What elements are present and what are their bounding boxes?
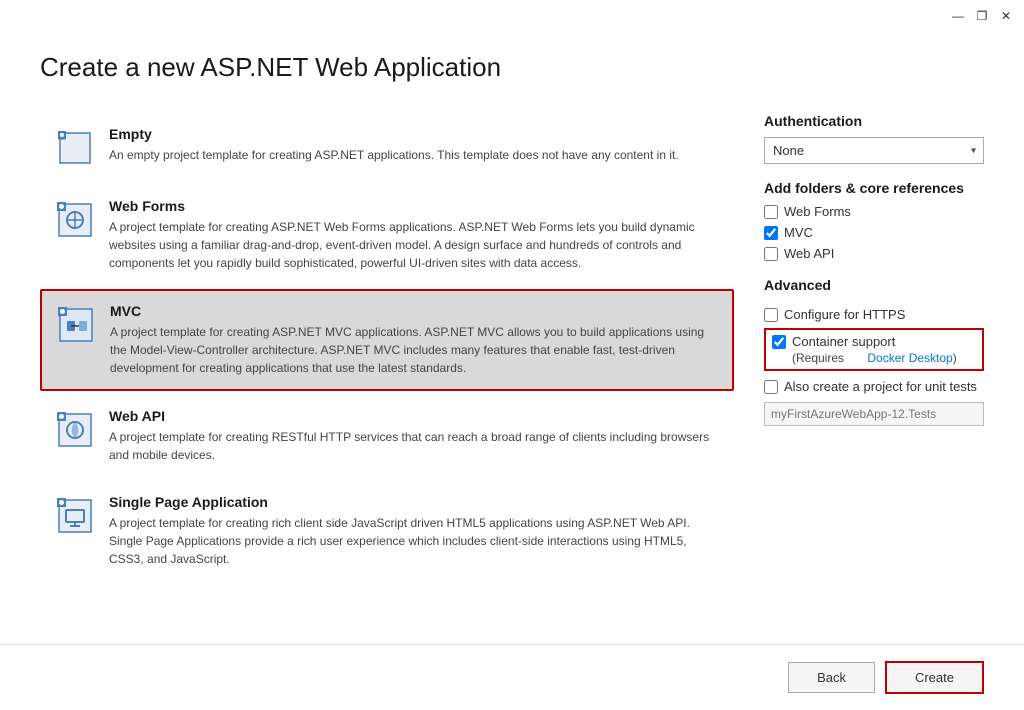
folders-section: Add folders & core references Web Forms …	[764, 180, 984, 261]
docker-desktop-link[interactable]: Docker Desktop	[867, 351, 952, 365]
minimize-button[interactable]: —	[948, 6, 968, 26]
configure-https-input[interactable]	[764, 308, 778, 322]
unit-tests-checkbox[interactable]: Also create a project for unit tests	[764, 379, 984, 394]
folders-checkbox-group: Web Forms MVC Web API	[764, 204, 984, 261]
authentication-dropdown-container: None Individual User Accounts Work or Sc…	[764, 137, 984, 164]
main-window: — ❐ ✕ Create a new ASP.NET Web Applicati…	[0, 0, 1024, 710]
template-item-webapi[interactable]: Web API A project template for creating …	[40, 395, 734, 477]
template-name-empty: Empty	[109, 126, 719, 142]
template-info-spa: Single Page Application A project templa…	[109, 494, 719, 568]
authentication-dropdown[interactable]: None Individual User Accounts Work or Sc…	[764, 137, 984, 164]
template-name-webapi: Web API	[109, 408, 719, 424]
authentication-label: Authentication	[764, 113, 984, 129]
footer: Back Create	[0, 644, 1024, 710]
unit-tests-label: Also create a project for unit tests	[784, 379, 977, 394]
template-list: Empty An empty project template for crea…	[40, 113, 734, 624]
template-desc-webapi: A project template for creating RESTful …	[109, 428, 719, 464]
container-support-box: Container support (Requires Docker Deskt…	[764, 328, 984, 371]
template-info-mvc: MVC A project template for creating ASP.…	[110, 303, 718, 377]
container-support-label: Container support	[792, 334, 895, 349]
template-info-webforms: Web Forms A project template for creatin…	[109, 198, 719, 272]
template-desc-empty: An empty project template for creating A…	[109, 146, 719, 164]
checkbox-mvc-input[interactable]	[764, 226, 778, 240]
create-button[interactable]: Create	[885, 661, 984, 694]
folders-label: Add folders & core references	[764, 180, 984, 196]
checkbox-mvc[interactable]: MVC	[764, 225, 984, 240]
template-icon-spa	[55, 496, 95, 536]
docker-desktop-line: (Requires Docker Desktop)	[792, 351, 976, 365]
checkbox-webforms[interactable]: Web Forms	[764, 204, 984, 219]
unit-tests-project-name-input[interactable]	[764, 402, 984, 426]
back-button[interactable]: Back	[788, 662, 875, 693]
template-name-spa: Single Page Application	[109, 494, 719, 510]
template-info-webapi: Web API A project template for creating …	[109, 408, 719, 464]
main-content: Empty An empty project template for crea…	[0, 93, 1024, 644]
advanced-label: Advanced	[764, 277, 984, 293]
configure-https-label: Configure for HTTPS	[784, 307, 905, 322]
advanced-section: Advanced Configure for HTTPS Container s…	[764, 277, 984, 426]
template-icon-webapi	[55, 410, 95, 450]
container-support-checkbox[interactable]: Container support	[772, 334, 976, 349]
template-icon-webforms	[55, 200, 95, 240]
template-desc-mvc: A project template for creating ASP.NET …	[110, 323, 718, 377]
page-title: Create a new ASP.NET Web Application	[0, 32, 1024, 93]
checkbox-webforms-label: Web Forms	[784, 204, 851, 219]
template-icon-mvc	[56, 305, 96, 345]
unit-tests-input[interactable]	[764, 380, 778, 394]
template-name-mvc: MVC	[110, 303, 718, 319]
checkbox-webapi[interactable]: Web API	[764, 246, 984, 261]
restore-button[interactable]: ❐	[972, 6, 992, 26]
template-name-webforms: Web Forms	[109, 198, 719, 214]
authentication-section: Authentication None Individual User Acco…	[764, 113, 984, 164]
template-info-empty: Empty An empty project template for crea…	[109, 126, 719, 164]
checkbox-mvc-label: MVC	[784, 225, 813, 240]
configure-https-checkbox[interactable]: Configure for HTTPS	[764, 307, 984, 322]
template-item-webforms[interactable]: Web Forms A project template for creatin…	[40, 185, 734, 285]
template-item-empty[interactable]: Empty An empty project template for crea…	[40, 113, 734, 181]
template-item-mvc[interactable]: MVC A project template for creating ASP.…	[40, 289, 734, 391]
checkbox-webapi-input[interactable]	[764, 247, 778, 261]
title-bar: — ❐ ✕	[0, 0, 1024, 32]
template-item-spa[interactable]: Single Page Application A project templa…	[40, 481, 734, 581]
checkbox-webforms-input[interactable]	[764, 205, 778, 219]
close-button[interactable]: ✕	[996, 6, 1016, 26]
container-support-input[interactable]	[772, 335, 786, 349]
right-panel: Authentication None Individual User Acco…	[764, 113, 984, 624]
template-desc-webforms: A project template for creating ASP.NET …	[109, 218, 719, 272]
checkbox-webapi-label: Web API	[784, 246, 834, 261]
template-desc-spa: A project template for creating rich cli…	[109, 514, 719, 568]
template-icon-empty	[55, 128, 95, 168]
